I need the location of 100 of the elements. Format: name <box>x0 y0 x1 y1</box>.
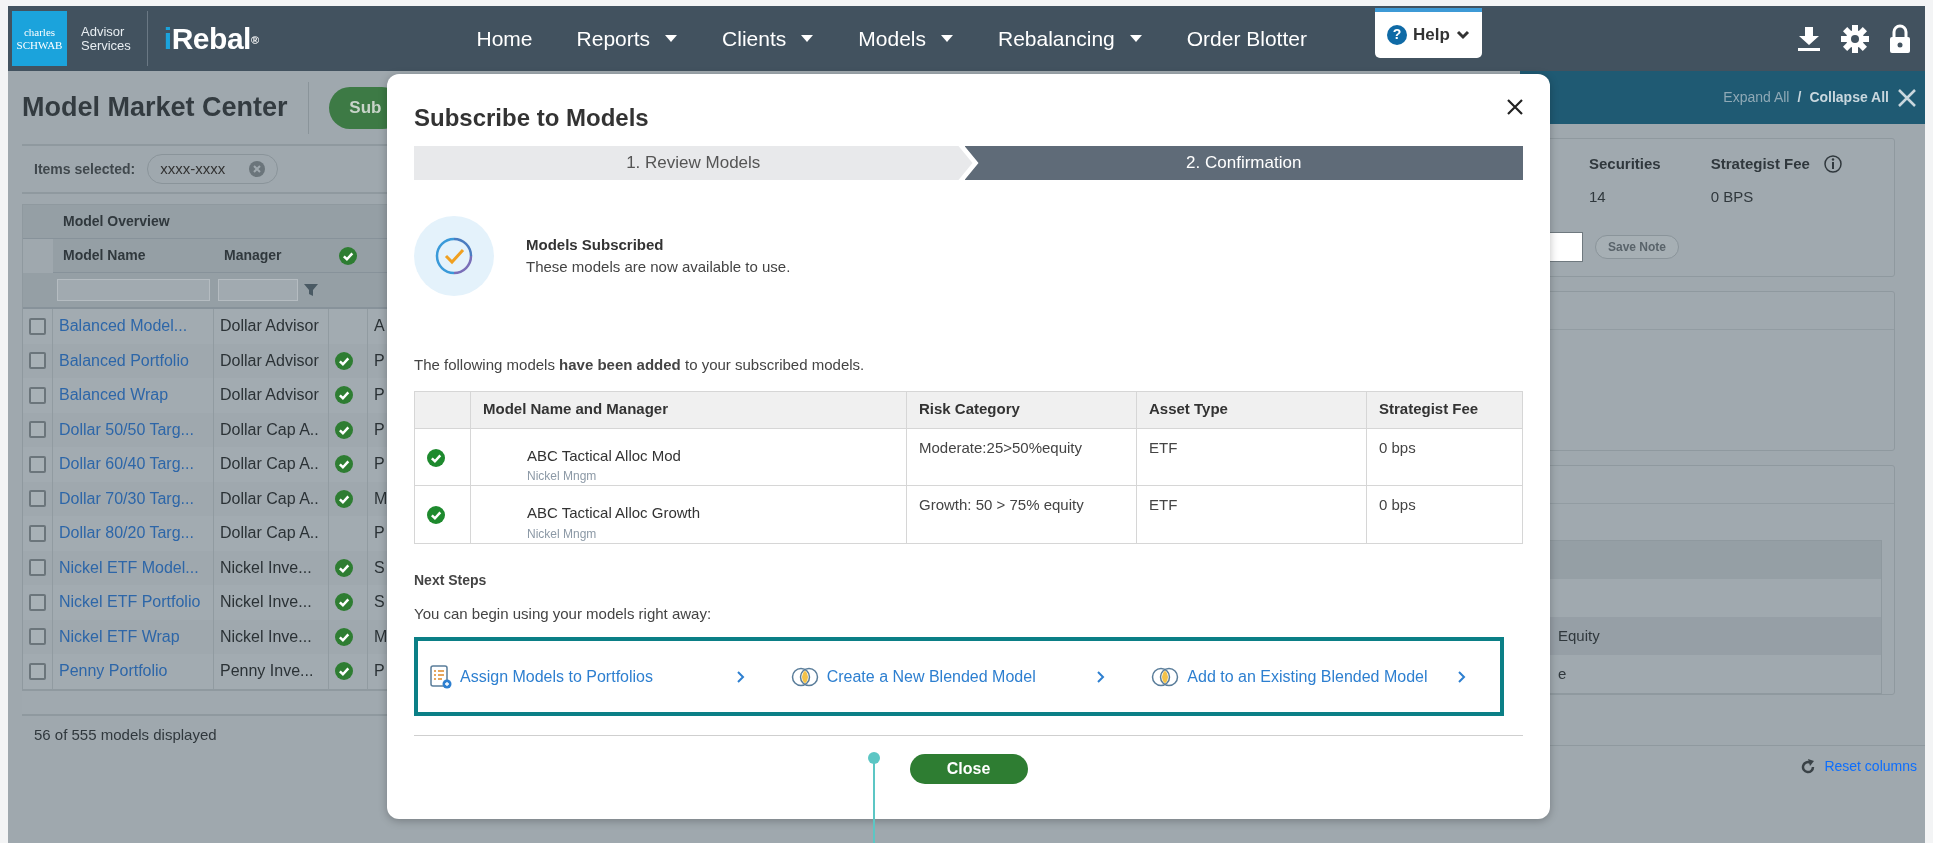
section-text: You can begin using your models right away: <box>414 603 713 624</box>
caret-icon <box>1128 34 1143 43</box>
check-icon <box>335 627 353 646</box>
table-cell: Growth: 50 > 75% equity <box>906 485 1137 543</box>
status-text: These models are now available to use. <box>526 257 791 277</box>
selection-label: Items selected: <box>34 159 136 179</box>
model-link[interactable]: Penny Portfolio <box>59 659 168 684</box>
model-link[interactable]: Balanced Model... <box>59 314 188 339</box>
row-checkbox[interactable] <box>29 662 46 680</box>
model-link[interactable]: Dollar 80/20 Targ... <box>59 521 194 546</box>
wizard-step: 1. Review Models <box>414 146 973 180</box>
model-link[interactable]: Balanced Wrap <box>59 383 169 408</box>
manager-name: Nickel Mngm <box>526 525 598 543</box>
table-cell-text: e <box>1557 663 1568 684</box>
model-link[interactable]: Dollar 50/50 Targ... <box>59 417 194 442</box>
dialog-title: Subscribe to Models <box>414 103 649 133</box>
filter-field[interactable] <box>57 279 210 301</box>
settings-icon[interactable] <box>1841 24 1869 53</box>
column-header: Model Name and Manager <box>470 391 907 428</box>
model-link[interactable]: Dollar 70/30 Targ... <box>59 486 194 511</box>
model-name: ABC Tactical Alloc Growth <box>526 503 702 523</box>
model-link[interactable]: Nickel ETF Wrap <box>59 624 180 649</box>
section-title: Next Steps <box>414 570 488 590</box>
check-icon <box>335 558 353 577</box>
info-icon <box>1823 155 1842 174</box>
row-checkbox[interactable] <box>29 490 46 508</box>
check-icon <box>335 386 353 405</box>
table-cell: Moderate:25>50%equity <box>906 428 1137 486</box>
nav-link[interactable]: Rebalancing <box>998 22 1143 55</box>
nav-link[interactable]: Reports <box>576 22 679 55</box>
filter-field[interactable] <box>218 279 298 301</box>
caret-icon <box>664 34 679 43</box>
expand-all-link[interactable]: Expand All <box>1723 87 1790 108</box>
close-icon <box>1506 97 1524 116</box>
close-icon[interactable] <box>1897 87 1917 108</box>
nav-link[interactable]: Home <box>476 22 533 55</box>
lock-icon[interactable] <box>1889 23 1911 54</box>
table-cell: ETF <box>1136 428 1367 486</box>
save-note-button[interactable]: Save Note <box>1595 235 1680 259</box>
nav-link[interactable]: Clients <box>722 22 815 55</box>
column-header: Asset Type <box>1136 391 1367 428</box>
row-checkbox[interactable] <box>29 352 46 370</box>
help-icon: ? <box>1386 24 1407 45</box>
column-header: Strategist Fee <box>1366 391 1523 428</box>
product-name: iRebal$^{®}$ <box>163 21 259 57</box>
brand-logo: charles SCHWAB <box>12 11 67 66</box>
wizard-step: 2. Confirmation <box>964 146 1523 180</box>
model-link[interactable]: Dollar 60/40 Targ... <box>59 452 194 477</box>
check-icon <box>335 489 353 508</box>
table-cell: 0 bps <box>1366 485 1523 543</box>
stat-value: 14 <box>1589 186 1607 207</box>
row-checkbox[interactable] <box>29 628 46 646</box>
intro-text: The following models have been added to your subscribed models. <box>414 355 866 375</box>
row-checkbox[interactable] <box>29 524 46 542</box>
check-icon <box>339 246 357 265</box>
stat-label: Securities <box>1589 154 1661 174</box>
row-checkbox[interactable] <box>29 421 46 439</box>
nav-link[interactable]: Order Blotter <box>1186 22 1307 55</box>
check-icon <box>427 448 445 467</box>
caret-icon <box>940 34 954 43</box>
overlapping-circles-icon <box>790 666 819 687</box>
check-icon <box>335 455 353 474</box>
stat-value: 0 BPS <box>1710 186 1755 207</box>
row-checkbox[interactable] <box>29 317 46 335</box>
table-cell: 0 bps <box>1366 428 1523 486</box>
check-icon <box>335 593 353 612</box>
chevron-down-icon <box>1455 29 1470 40</box>
check-icon <box>427 506 445 525</box>
remove-icon[interactable] <box>249 161 266 177</box>
model-link[interactable]: Nickel ETF Model... <box>59 555 199 580</box>
brand-subtitle: Advisor Services <box>81 24 131 53</box>
download-icon[interactable] <box>1797 25 1821 52</box>
caret-icon <box>800 34 815 43</box>
check-icon <box>335 420 353 439</box>
manager-name: Nickel Mngm <box>526 468 598 485</box>
collapse-all-link[interactable]: Collapse All <box>1809 87 1889 108</box>
reload-icon <box>1800 758 1817 775</box>
separator-text: / <box>1797 88 1802 107</box>
column-header: Risk Category <box>906 391 1137 428</box>
column-header[interactable]: Manager <box>214 239 329 273</box>
checklist-icon <box>430 664 452 689</box>
chevron-right-icon <box>735 669 745 684</box>
chevron-right-icon <box>1457 669 1466 684</box>
row-checkbox[interactable] <box>29 559 46 577</box>
row-checkbox[interactable] <box>29 386 46 404</box>
row-checkbox[interactable] <box>29 455 46 473</box>
filter-icon[interactable] <box>304 283 318 297</box>
status-title: Models Subscribed <box>526 234 665 255</box>
overlapping-circles-icon <box>1151 666 1180 687</box>
table-cell: ETF <box>1136 485 1367 543</box>
close-dialog-button[interactable]: Close <box>909 754 1028 784</box>
chevron-right-icon <box>1096 669 1106 684</box>
column-header[interactable]: Model Name <box>53 239 214 273</box>
stat-label: Strategist Fee <box>1710 154 1810 174</box>
model-link[interactable]: Nickel ETF Portfolio <box>59 590 201 615</box>
nav-link[interactable]: Models <box>858 22 954 55</box>
model-link[interactable]: Balanced Portfolio <box>59 348 189 373</box>
page-title: Model Market Center <box>22 91 288 125</box>
help-menu-button[interactable]: ? Help <box>1374 7 1482 58</box>
row-checkbox[interactable] <box>29 593 46 611</box>
